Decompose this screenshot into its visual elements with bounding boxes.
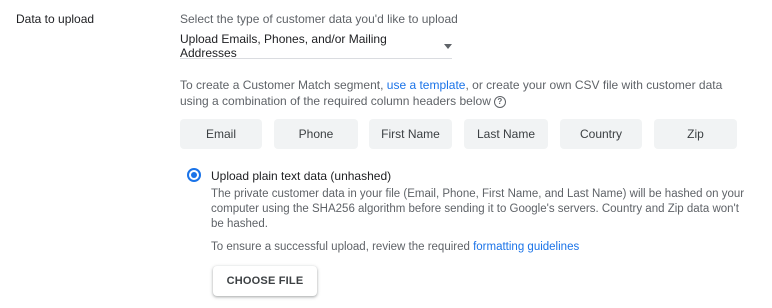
- radio-selected-icon[interactable]: [187, 168, 201, 182]
- chip-phone: Phone: [274, 119, 358, 149]
- choose-file-button[interactable]: CHOOSE FILE: [213, 266, 317, 296]
- chip-email: Email: [180, 119, 262, 149]
- formatting-guidelines-link[interactable]: formatting guidelines: [473, 241, 579, 253]
- plain-text-radio-option[interactable]: [187, 168, 201, 182]
- plain-text-radio-label[interactable]: Upload plain text data (unhashed): [211, 169, 391, 183]
- chip-last-name: Last Name: [464, 119, 548, 149]
- upload-type-instruction: Select the type of customer data you'd l…: [180, 12, 458, 26]
- template-text-before: To create a Customer Match segment,: [180, 78, 387, 92]
- formatting-note: To ensure a successful upload, review th…: [211, 241, 579, 253]
- chip-first-name: First Name: [369, 119, 452, 149]
- dropdown-selected-value: Upload Emails, Phones, and/or Mailing Ad…: [180, 32, 387, 60]
- section-label: Data to upload: [16, 12, 95, 26]
- use-template-link[interactable]: use a template: [387, 78, 466, 92]
- template-instructions: To create a Customer Match segment, use …: [180, 77, 750, 109]
- chip-zip: Zip: [654, 119, 737, 149]
- formatting-note-text: To ensure a successful upload, review th…: [211, 241, 474, 253]
- chip-country: Country: [560, 119, 642, 149]
- arrow-drop-down-icon: [444, 43, 452, 49]
- plain-text-description: The private customer data in your file (…: [211, 188, 745, 230]
- help-icon[interactable]: ?: [493, 95, 506, 108]
- upload-type-dropdown[interactable]: Upload Emails, Phones, and/or Mailing Ad…: [180, 32, 452, 60]
